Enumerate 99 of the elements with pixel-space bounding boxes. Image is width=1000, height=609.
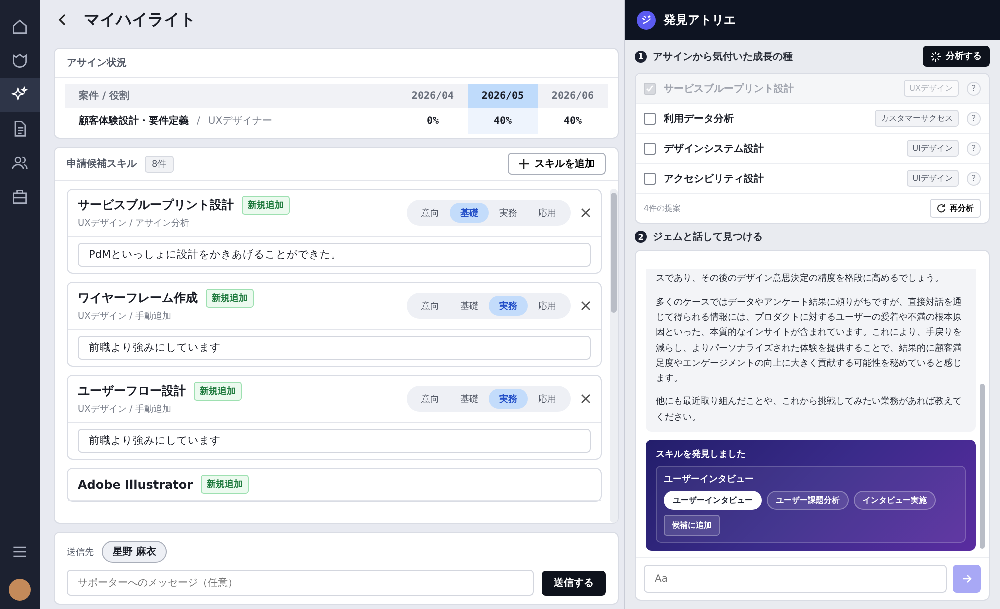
close-button[interactable] bbox=[581, 208, 591, 218]
discovery-title: スキルを発見しました bbox=[656, 448, 747, 461]
analyze-button[interactable]: 分析する bbox=[923, 46, 990, 67]
recipient-label: 送信先 bbox=[67, 546, 94, 558]
category-tag: カスタマーサクセス bbox=[875, 110, 959, 127]
suggestion-item[interactable]: アクセシビリティ設計 UIデザイン ? bbox=[636, 164, 989, 194]
send-button[interactable]: 送信する bbox=[542, 570, 606, 596]
suggestion-label: 利用データ分析 bbox=[664, 112, 735, 126]
message-field[interactable]: サポーターへのメッセージ（任意） bbox=[67, 570, 534, 596]
arrow-icon bbox=[962, 574, 972, 584]
chat-input[interactable]: Aa bbox=[644, 565, 947, 593]
sparkle-icon bbox=[11, 86, 29, 104]
help-button[interactable]: ? bbox=[967, 112, 981, 126]
new-badge: 新規追加 bbox=[206, 289, 254, 308]
plus-icon bbox=[519, 159, 529, 169]
add-candidate-button[interactable]: 候補に追加 bbox=[664, 515, 720, 536]
briefcase-icon bbox=[11, 188, 29, 206]
scrollbar-thumb[interactable] bbox=[980, 384, 985, 549]
level-option[interactable]: 応用 bbox=[528, 203, 567, 223]
close-icon bbox=[581, 208, 591, 218]
category-tag: UIデザイン bbox=[906, 140, 959, 157]
new-badge: 新規追加 bbox=[194, 382, 242, 401]
spinner-icon bbox=[931, 52, 941, 62]
comment-field[interactable]: 前職より強みにしています bbox=[78, 429, 591, 453]
recipient-chip[interactable]: 星野 麻衣 bbox=[102, 541, 168, 563]
comment-field[interactable]: PdMといっしょに設計をかきあげることができた。 bbox=[78, 243, 591, 267]
card-title: アサイン状況 bbox=[66, 56, 128, 71]
panel-title: 発見アトリエ bbox=[664, 12, 736, 28]
section-title: アサインから気付いた成長の種 bbox=[653, 50, 793, 64]
skill-source: UXデザイン / 手動追加 bbox=[78, 310, 173, 323]
column-header: 2026/05 bbox=[468, 84, 538, 108]
table-cell: 0% bbox=[398, 108, 468, 134]
message-paragraph: 他にも最近取り組んだことや、これから挑戦してみたい業務があれば教えてください。 bbox=[656, 396, 963, 425]
step-number: 2 bbox=[635, 231, 647, 243]
assistant-avatar: ジ bbox=[637, 10, 656, 30]
level-option[interactable]: 基礎 bbox=[450, 203, 489, 223]
nav-item[interactable] bbox=[0, 78, 40, 112]
shield-icon bbox=[11, 52, 29, 70]
level-option[interactable]: 応用 bbox=[528, 296, 567, 316]
people-icon bbox=[11, 154, 29, 172]
skill-chip[interactable]: ユーザー課題分析 bbox=[767, 491, 849, 510]
checkbox[interactable] bbox=[644, 142, 656, 154]
level-option[interactable]: 意向 bbox=[411, 389, 450, 409]
close-button[interactable] bbox=[581, 394, 591, 404]
level-option[interactable]: 基礎 bbox=[450, 389, 489, 409]
refresh-icon bbox=[937, 204, 946, 213]
suggestion-item[interactable]: デザインシステム設計 UIデザイン ? bbox=[636, 134, 989, 164]
column-header: 案件 / 役割 bbox=[65, 84, 398, 108]
back-button[interactable] bbox=[58, 14, 68, 26]
suggestion-count: 4件の提案 bbox=[644, 203, 682, 214]
checkbox[interactable] bbox=[644, 172, 656, 184]
scrollbar-thumb[interactable] bbox=[611, 193, 617, 313]
suggestion-label: サービスブループリント設計 bbox=[664, 82, 795, 96]
skill-source: UXデザイン / アサイン分析 bbox=[78, 218, 191, 230]
new-badge: 新規追加 bbox=[242, 196, 290, 215]
skill-chip[interactable]: インタビュー実施 bbox=[854, 491, 936, 510]
close-icon bbox=[581, 394, 591, 404]
section-title: ジェムと話して見つける bbox=[653, 230, 763, 244]
suggestion-label: アクセシビリティ設計 bbox=[664, 172, 765, 186]
user-avatar[interactable] bbox=[9, 579, 31, 601]
column-header: 2026/06 bbox=[538, 84, 608, 108]
level-option[interactable]: 意向 bbox=[411, 296, 450, 316]
skill-chip[interactable]: ユーザーインタビュー bbox=[664, 491, 762, 510]
message-paragraph: 多くのケースではデータやアンケート結果に頼りがちですが、直接対話を通じて得られる情報には、プロダクトに対するユーザーの愛着や不満の根本原因といった、本質的なインサイトが含まれています。これにより、手戻りを減らし、よりパーソナライズされた体験を提供することで、結果的に顧客満足度やエンゲージメントの向上に大きく貢献する可能性を秘めていると感じます。 bbox=[656, 296, 963, 386]
skill-group-name: ユーザーインタビュー bbox=[664, 474, 755, 486]
skill-title: サービスブループリント設計 bbox=[78, 197, 234, 214]
add-skill-button[interactable]: スキルを追加 bbox=[508, 153, 606, 175]
column-header: 2026/04 bbox=[398, 84, 468, 108]
close-button[interactable] bbox=[581, 301, 591, 311]
project-cell: 顧客体験設計・要件定義 / UXデザイナー bbox=[65, 108, 398, 134]
new-badge: 新規追加 bbox=[201, 475, 250, 494]
help-button[interactable]: ? bbox=[967, 172, 981, 186]
comment-field[interactable]: 前職より強みにしています bbox=[78, 336, 591, 360]
close-icon bbox=[581, 301, 591, 311]
step-number: 1 bbox=[635, 50, 647, 62]
count-badge: 8件 bbox=[145, 156, 174, 172]
level-option[interactable]: 実務 bbox=[489, 203, 528, 223]
level-option[interactable]: 実務 bbox=[489, 296, 528, 316]
suggestion-item[interactable]: 利用データ分析 カスタマーサクセス ? bbox=[636, 104, 989, 134]
reanalyze-button[interactable]: 再分析 bbox=[930, 199, 981, 218]
home-icon bbox=[11, 18, 29, 36]
skill-title: Adobe Illustrator bbox=[78, 478, 194, 492]
table-cell: 40% bbox=[538, 108, 608, 134]
skill-title: ユーザーフロー設計 bbox=[78, 383, 186, 400]
page-title: マイハイライト bbox=[84, 10, 196, 30]
checkbox[interactable] bbox=[644, 112, 656, 124]
category-tag: UIデザイン bbox=[906, 170, 959, 187]
level-option[interactable]: 基礎 bbox=[450, 296, 489, 316]
suggestion-label: デザインシステム設計 bbox=[664, 142, 765, 156]
category-tag: UXデザイン bbox=[904, 80, 959, 97]
skill-source: UXデザイン / 手動追加 bbox=[78, 404, 173, 416]
level-option[interactable]: 意向 bbox=[411, 203, 450, 223]
level-option[interactable]: 応用 bbox=[528, 389, 567, 409]
card-title: 申請候補スキル bbox=[67, 158, 137, 171]
level-option[interactable]: 実務 bbox=[489, 389, 528, 409]
table-cell: 40% bbox=[468, 108, 538, 134]
message-paragraph: スであり、その後のデザイン意思決定の精度を格段に高めるでしょう。 bbox=[656, 272, 945, 286]
skill-title: ワイヤーフレーム作成 bbox=[78, 290, 198, 307]
help-button[interactable]: ? bbox=[967, 142, 981, 156]
